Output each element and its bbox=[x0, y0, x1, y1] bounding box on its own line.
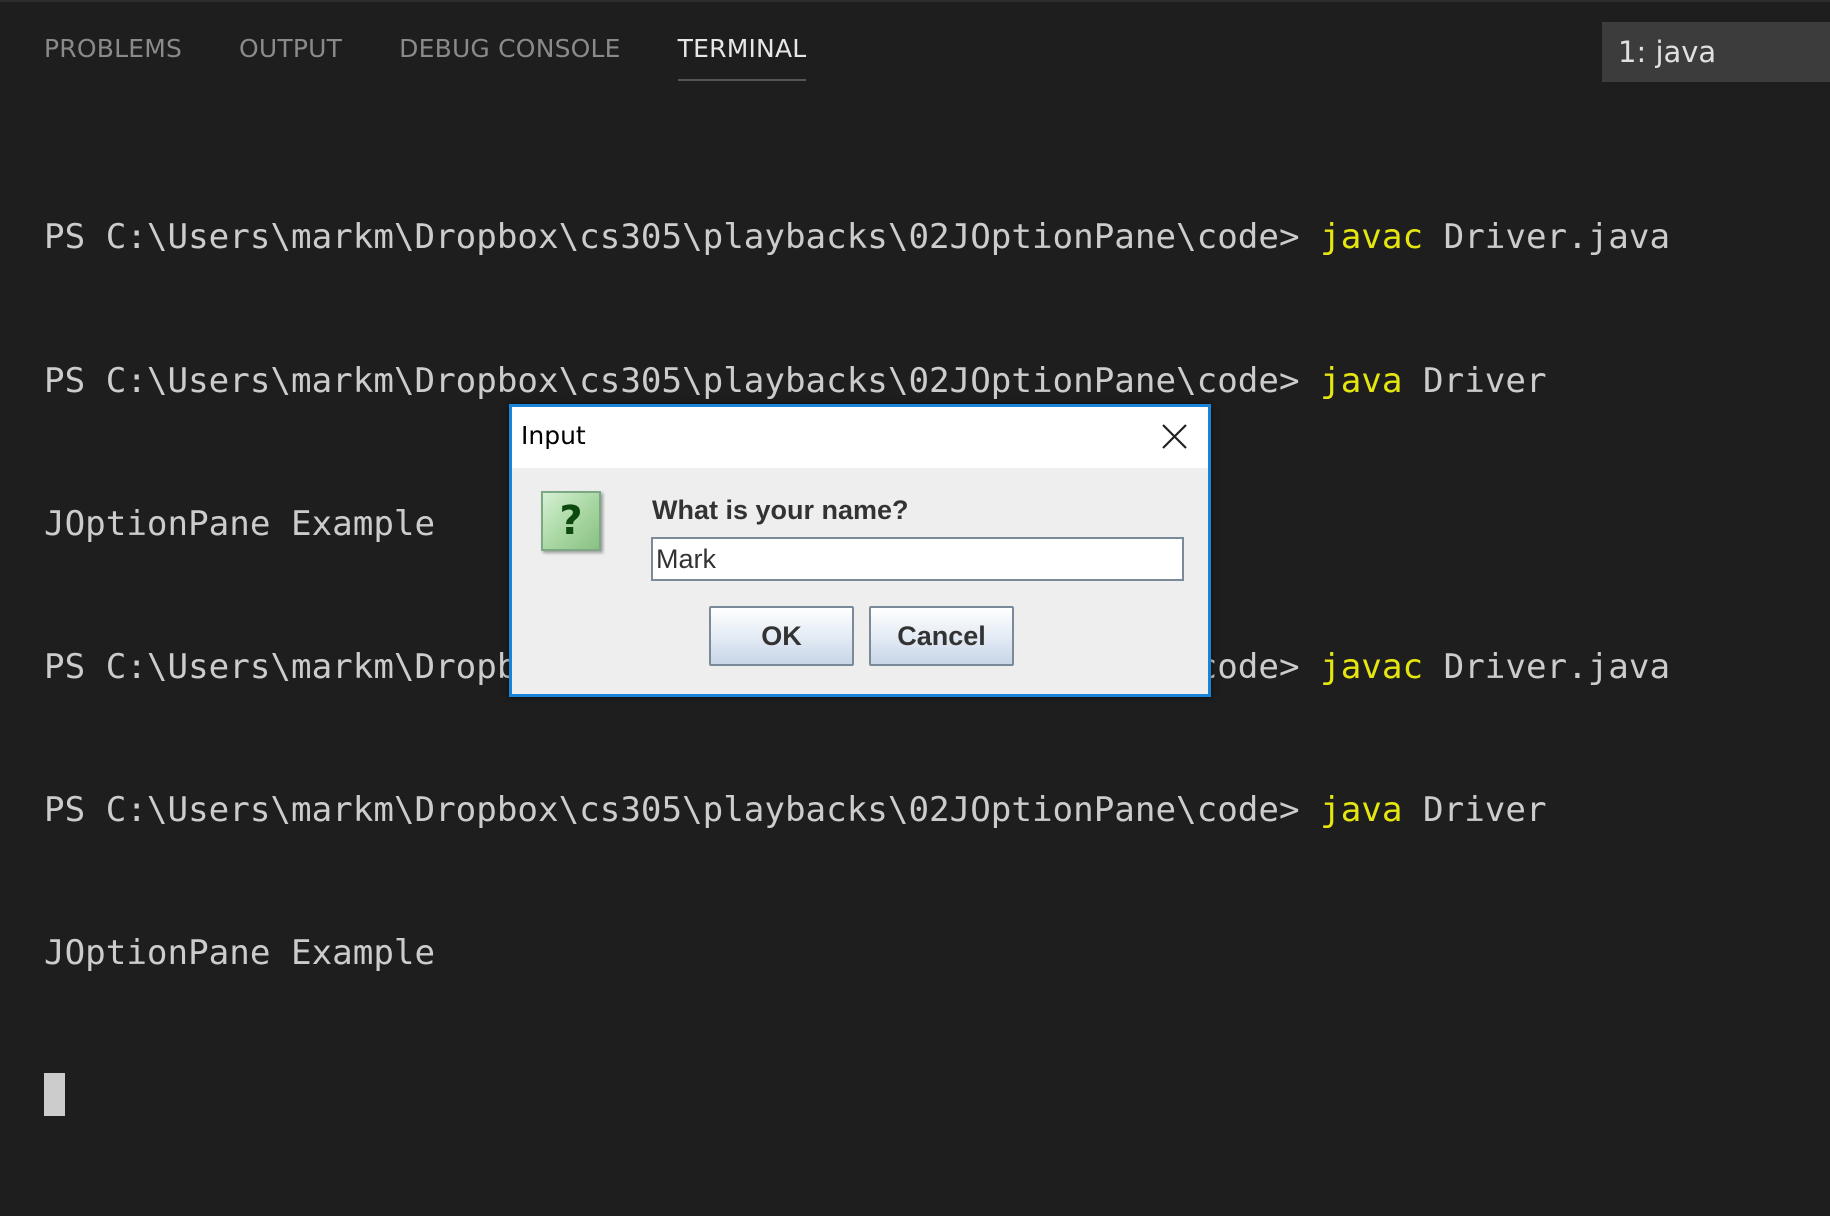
terminal-args: Driver bbox=[1402, 360, 1547, 401]
terminal-command: java bbox=[1320, 360, 1403, 401]
terminal-instance-select[interactable]: 1: java bbox=[1602, 22, 1830, 82]
input-dialog: Input ? What is your name? OK Cancel bbox=[509, 404, 1211, 697]
name-input[interactable] bbox=[651, 537, 1184, 581]
panel-tab-bar: PROBLEMS OUTPUT DEBUG CONSOLE TERMINAL bbox=[44, 34, 863, 81]
terminal-prompt: PS C:\Users\markm\Dropbox\cs305\playback… bbox=[44, 360, 1321, 401]
terminal-command: java bbox=[1320, 789, 1403, 830]
dialog-title: Input bbox=[521, 421, 586, 450]
terminal-command: javac bbox=[1320, 217, 1424, 258]
terminal-program-output: JOptionPane Example bbox=[44, 932, 436, 973]
dialog-titlebar[interactable]: Input bbox=[512, 407, 1208, 468]
question-icon: ? bbox=[541, 491, 601, 551]
terminal-cursor bbox=[44, 1072, 65, 1116]
tab-output[interactable]: OUTPUT bbox=[239, 34, 342, 81]
prompt-label: What is your name? bbox=[652, 495, 909, 525]
terminal-args: Driver.java bbox=[1423, 646, 1671, 687]
tab-debug-console[interactable]: DEBUG CONSOLE bbox=[399, 34, 621, 81]
close-button[interactable] bbox=[1150, 413, 1198, 459]
close-icon bbox=[1162, 424, 1187, 449]
terminal-program-output: JOptionPane Example bbox=[44, 503, 436, 544]
terminal-prompt: PS C:\Users\markm\Dropbox\cs305\playback… bbox=[44, 789, 1321, 830]
terminal-prompt: PS C:\Users\markm\Dropbox\cs305\playback… bbox=[44, 217, 1321, 258]
tab-terminal[interactable]: TERMINAL bbox=[677, 34, 807, 81]
tab-problems[interactable]: PROBLEMS bbox=[44, 34, 182, 81]
terminal-line: PS C:\Users\markm\Dropbox\cs305\playback… bbox=[44, 358, 1670, 406]
terminal-line: PS C:\Users\markm\Dropbox\cs305\playback… bbox=[44, 214, 1670, 262]
cancel-button[interactable]: Cancel bbox=[869, 606, 1014, 666]
terminal-command: javac bbox=[1320, 646, 1424, 687]
terminal-line: JOptionPane Example bbox=[44, 930, 1670, 978]
terminal-args: Driver bbox=[1402, 789, 1547, 830]
terminal-line bbox=[44, 1072, 1670, 1121]
ok-button[interactable]: OK bbox=[709, 606, 854, 666]
terminal-panel: PROBLEMS OUTPUT DEBUG CONSOLE TERMINAL 1… bbox=[0, 0, 1830, 1116]
terminal-args: Driver.java bbox=[1423, 217, 1671, 258]
terminal-line: PS C:\Users\markm\Dropbox\cs305\playback… bbox=[44, 787, 1670, 835]
